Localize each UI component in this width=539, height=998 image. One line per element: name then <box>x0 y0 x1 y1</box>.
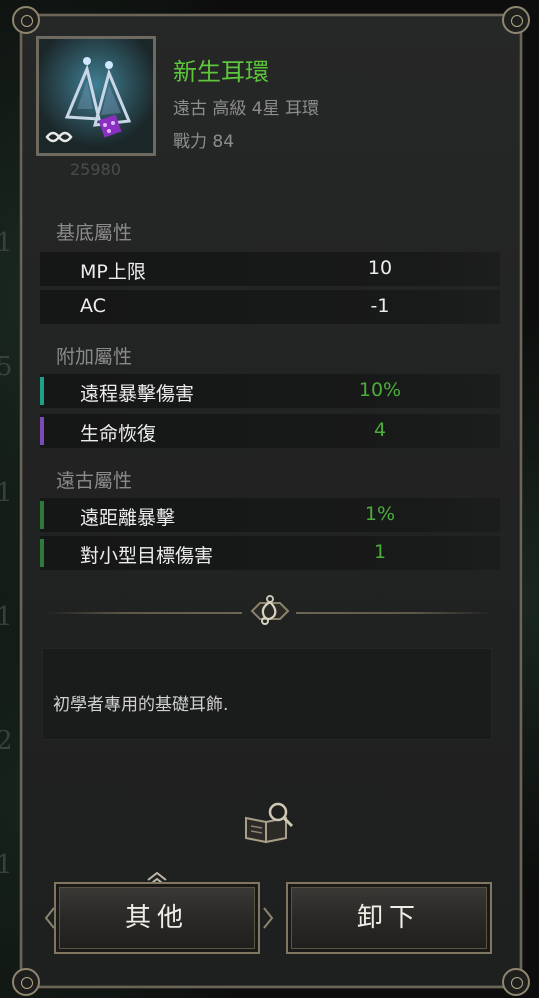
corner-ornament-icon <box>502 968 530 996</box>
attribute-value: 10% <box>358 379 402 401</box>
attribute-label: MP上限 <box>80 261 146 283</box>
background-number: 1 <box>0 228 13 258</box>
chevron-right-icon <box>263 907 274 929</box>
divider-line <box>46 612 242 614</box>
attribute-label: 對小型目標傷害 <box>80 545 214 567</box>
background-number: 1 <box>0 478 13 508</box>
rarity-bar <box>40 377 44 405</box>
attribute-value: 1% <box>364 503 396 525</box>
item-description: 初學者專用的基礎耳飾. <box>53 695 229 715</box>
corner-ornament-icon <box>502 6 530 34</box>
description-box: 初學者專用的基礎耳飾. <box>42 648 492 740</box>
attribute-row: 對小型目標傷害 1 <box>40 536 500 570</box>
item-name: 新生耳環 <box>173 58 269 86</box>
attribute-row: 遠距離暴擊 1% <box>40 498 500 532</box>
attribute-value: 4 <box>373 419 387 441</box>
rarity-bar <box>40 501 44 529</box>
attribute-row: MP上限 10 <box>40 252 500 286</box>
attribute-value: 1 <box>373 541 387 563</box>
background-number: 2 <box>0 726 13 756</box>
attribute-row: AC -1 <box>40 290 500 324</box>
faded-number: 25980 <box>70 160 121 179</box>
divider-line <box>296 612 492 614</box>
earring-icon <box>39 39 153 153</box>
attribute-label: 生命恢復 <box>80 423 157 445</box>
background-number: 5 <box>0 352 13 382</box>
unequip-button[interactable]: 卸下 <box>286 882 492 954</box>
attribute-label: AC <box>80 295 106 317</box>
base-attributes-title: 基底屬性 <box>56 222 133 244</box>
attribute-value: -1 <box>370 295 390 317</box>
background-number: 1 <box>0 850 13 880</box>
rarity-bar <box>40 417 44 445</box>
rarity-bar <box>40 539 44 567</box>
book-search-icon[interactable] <box>242 800 296 846</box>
ancient-attributes-title: 遠古屬性 <box>56 470 133 492</box>
attribute-label: 遠程暴擊傷害 <box>80 383 195 405</box>
corner-ornament-icon <box>12 6 40 34</box>
background-number: 1 <box>0 602 13 632</box>
attribute-row: 生命恢復 4 <box>40 414 500 448</box>
item-grade: 遠古 高級 4星 耳環 <box>173 99 320 119</box>
other-button[interactable]: 其他 <box>54 882 260 954</box>
corner-ornament-icon <box>12 968 40 996</box>
attribute-value: 10 <box>367 257 393 279</box>
earring-emblem-icon <box>250 595 290 625</box>
attribute-row: 遠程暴擊傷害 10% <box>40 374 500 408</box>
attribute-label: 遠距離暴擊 <box>80 507 176 529</box>
item-power: 戰力 84 <box>173 132 235 152</box>
item-portrait <box>36 36 156 156</box>
extra-attributes-title: 附加屬性 <box>56 346 133 368</box>
